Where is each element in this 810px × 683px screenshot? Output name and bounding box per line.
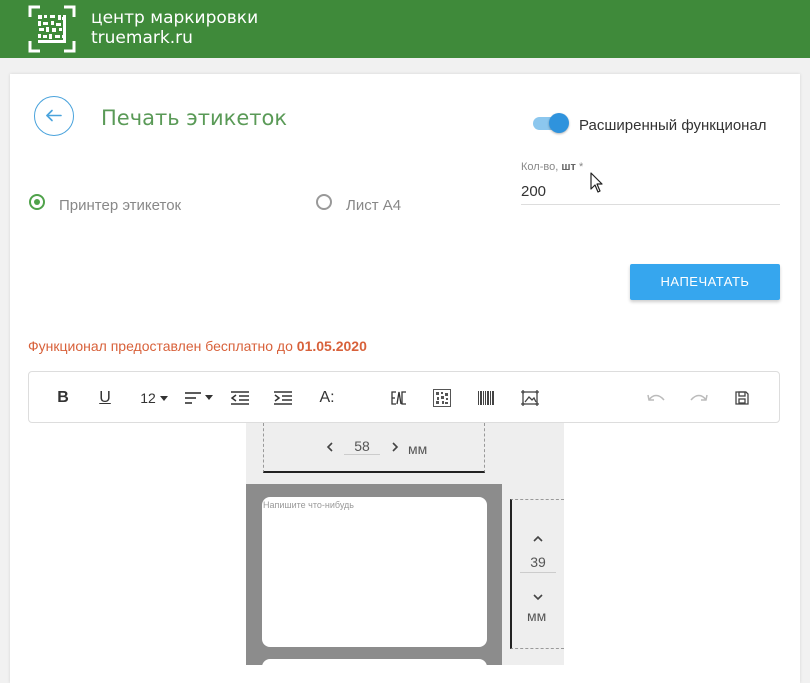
align-left-icon xyxy=(184,391,201,404)
caret-down-icon xyxy=(159,396,168,402)
radio-sheet-a4-text[interactable]: Лист А4 xyxy=(346,197,401,214)
width-value[interactable]: 58 xyxy=(344,438,380,455)
font-size-select[interactable]: 12 xyxy=(133,372,175,424)
back-button[interactable] xyxy=(34,96,74,136)
page-title: Печать этикеток xyxy=(101,106,288,130)
width-decrease-button[interactable] xyxy=(326,439,334,455)
undo-button[interactable] xyxy=(645,372,667,424)
outdent-button[interactable] xyxy=(229,372,251,424)
redo-button[interactable] xyxy=(688,372,710,424)
save-button[interactable] xyxy=(732,372,752,424)
height-decrease-button[interactable] xyxy=(533,588,543,604)
brand-line-1: центр маркировки xyxy=(91,8,259,28)
datamatrix-logo-icon xyxy=(28,5,76,53)
save-icon xyxy=(735,391,749,405)
undo-icon xyxy=(647,394,665,401)
caret-down-icon xyxy=(205,394,214,400)
eac-button[interactable] xyxy=(389,372,409,424)
bold-button[interactable]: B xyxy=(53,372,73,424)
quantity-input[interactable] xyxy=(521,178,780,205)
indent-icon xyxy=(274,391,292,405)
width-unit: мм xyxy=(408,441,428,457)
radio-label-printer[interactable] xyxy=(29,194,45,210)
chevron-right-icon xyxy=(392,442,399,452)
chevron-left-icon xyxy=(326,442,333,452)
radio-sheet-a4[interactable] xyxy=(316,194,332,210)
quantity-label-text: Кол-во, xyxy=(521,161,559,173)
toggle-thumb xyxy=(549,113,569,133)
redo-icon xyxy=(690,394,708,401)
align-select[interactable] xyxy=(182,372,216,424)
height-value[interactable]: 39 xyxy=(520,554,556,573)
font-size-value: 12 xyxy=(140,390,156,406)
promo-text: Функционал предоставлен бесплатно до xyxy=(28,338,297,354)
chevron-up-icon xyxy=(533,535,543,542)
promo-date: 01.05.2020 xyxy=(296,338,367,354)
chevron-down-icon xyxy=(533,594,543,601)
height-unit: мм xyxy=(527,608,547,624)
extended-mode-label: Расширенный функционал xyxy=(579,117,767,134)
font-format-button[interactable]: A: xyxy=(315,372,339,424)
eac-mark-icon xyxy=(391,391,406,405)
outdent-icon xyxy=(230,391,249,405)
label-canvas[interactable] xyxy=(262,497,487,647)
arrow-left-icon xyxy=(46,109,62,122)
editor-toolbar: B U 12 A: xyxy=(28,371,780,423)
quantity-label: Кол-во, шт * xyxy=(521,161,583,173)
datamatrix-button[interactable] xyxy=(431,372,453,424)
quantity-unit: шт xyxy=(561,161,576,173)
brand-line-2: truemark.ru xyxy=(91,28,193,48)
width-increase-button[interactable] xyxy=(391,439,399,455)
image-frame-icon xyxy=(521,389,539,406)
required-mark: * xyxy=(578,161,584,173)
promo-notice: Функционал предоставлен бесплатно до 01.… xyxy=(28,338,367,354)
next-label-preview xyxy=(262,659,487,669)
radio-label-printer-text[interactable]: Принтер этикеток xyxy=(59,197,181,214)
indent-button[interactable] xyxy=(272,372,294,424)
barcode-icon xyxy=(478,390,494,405)
brand-name: центр маркировки truemark.ru xyxy=(91,8,258,48)
height-increase-button[interactable] xyxy=(533,530,543,546)
image-frame-button[interactable] xyxy=(518,372,542,424)
print-button[interactable]: НАПЕЧАТАТЬ xyxy=(630,264,780,300)
top-header: центр маркировки truemark.ru xyxy=(0,0,810,58)
datamatrix-icon xyxy=(433,388,451,407)
underline-button[interactable]: U xyxy=(95,372,115,424)
barcode-button[interactable] xyxy=(475,372,497,424)
extended-mode-toggle[interactable] xyxy=(533,113,569,133)
height-dimension xyxy=(510,499,564,649)
label-text-placeholder[interactable]: Напишите что-нибудь xyxy=(263,500,354,510)
mouse-cursor-icon xyxy=(590,172,603,193)
